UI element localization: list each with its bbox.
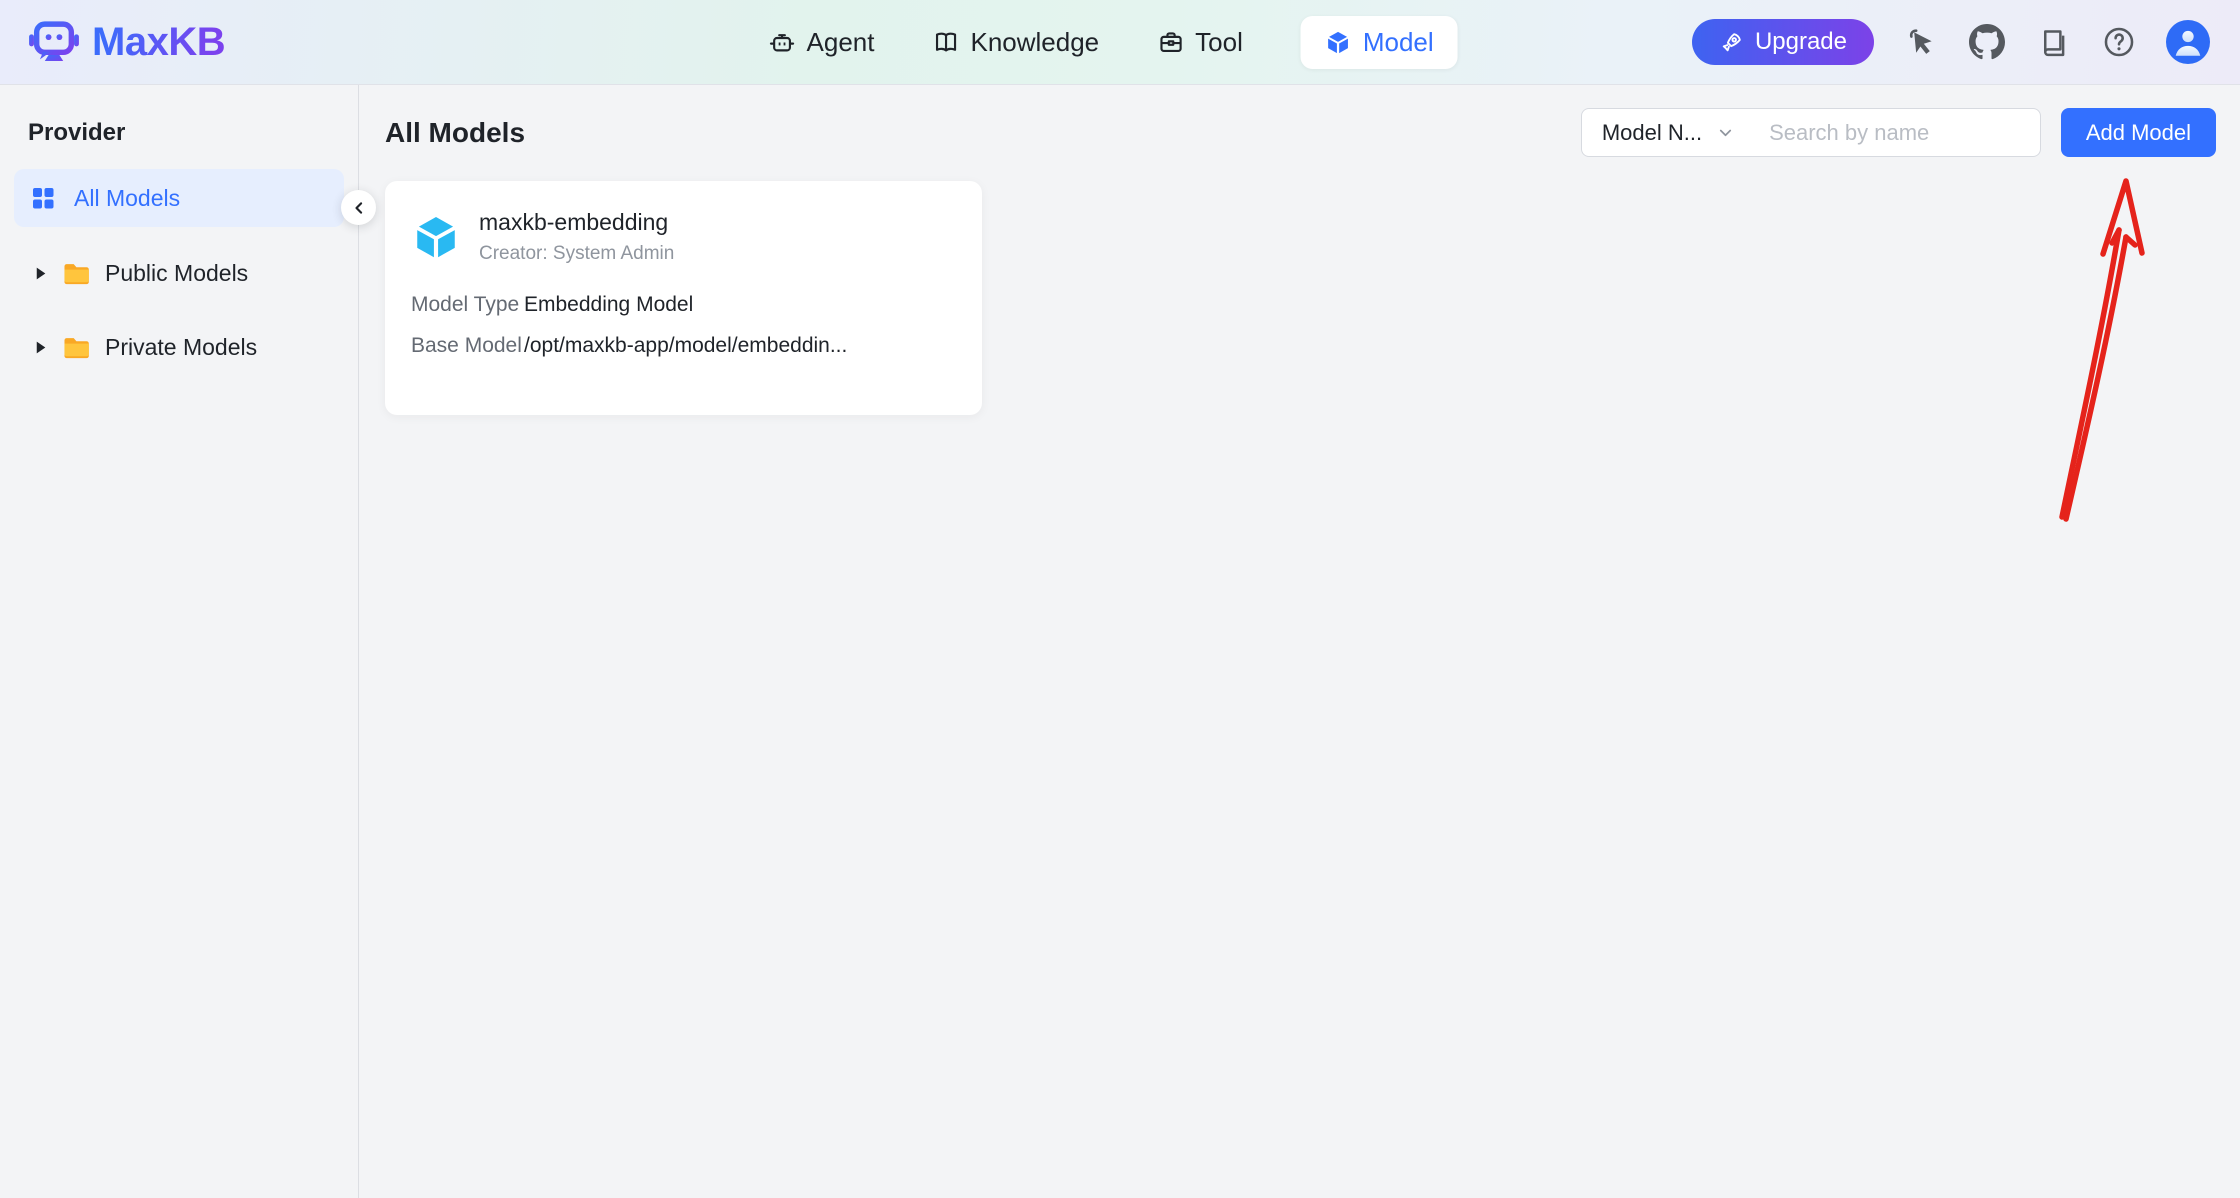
- tool-box-icon: [1157, 29, 1184, 56]
- sidebar-collapse-button[interactable]: [341, 190, 376, 225]
- cyan-cube-icon: [411, 211, 461, 268]
- model-card-rows: Model Type Embedding Model Base Model /o…: [411, 293, 956, 358]
- maxkb-logo[interactable]: MaxKB: [28, 16, 225, 68]
- upgrade-label: Upgrade: [1755, 28, 1847, 56]
- knowledge-book-icon: [932, 29, 959, 56]
- nav-tab-agent[interactable]: Agent: [769, 16, 875, 69]
- documentation-book-icon[interactable]: [2034, 23, 2072, 61]
- nav-tab-model[interactable]: Model: [1301, 16, 1458, 69]
- nav-tab-label: Tool: [1195, 27, 1243, 58]
- cursor-pointer-icon[interactable]: [1902, 23, 1940, 61]
- base-model-label: Base Model: [411, 334, 524, 358]
- nav-tab-label: Agent: [807, 27, 875, 58]
- sidebar-item-public-models[interactable]: Public Models: [14, 245, 344, 301]
- sidebar-title: Provider: [28, 119, 344, 147]
- model-creator: Creator: System Admin: [479, 243, 674, 265]
- model-name: maxkb-embedding: [479, 209, 674, 236]
- sidebar-item-label: Private Models: [105, 334, 257, 361]
- upgrade-button[interactable]: Upgrade: [1692, 19, 1874, 65]
- main-nav: Agent Knowledge Tool: [769, 0, 1458, 84]
- maxkb-robot-icon: [28, 16, 80, 68]
- app-header: MaxKB Agent: [0, 0, 2240, 85]
- model-type-value: Embedding Model: [524, 293, 956, 317]
- model-type-label: Model Type: [411, 293, 524, 317]
- provider-sidebar: Provider All Models: [0, 85, 359, 1198]
- add-model-button[interactable]: Add Model: [2061, 108, 2216, 157]
- model-card-head: maxkb-embedding Creator: System Admin: [411, 209, 956, 268]
- maxkb-logo-text: MaxKB: [92, 20, 225, 65]
- sidebar-item-label: Public Models: [105, 260, 248, 287]
- search-group: Model N...: [1581, 108, 2041, 157]
- page-title: All Models: [385, 117, 525, 149]
- chevron-down-icon: [1716, 123, 1735, 142]
- github-icon[interactable]: [1968, 23, 2006, 61]
- filter-dropdown-value: Model N...: [1602, 120, 1702, 146]
- main-content: All Models Model N... Add Model: [359, 85, 2240, 1198]
- model-card-grid: maxkb-embedding Creator: System Admin Mo…: [385, 181, 2216, 415]
- nav-tab-label: Model: [1363, 27, 1434, 58]
- search-filter-dropdown[interactable]: Model N...: [1582, 109, 1751, 156]
- base-model-value: /opt/maxkb-app/model/embeddin...: [524, 334, 956, 358]
- model-card[interactable]: maxkb-embedding Creator: System Admin Mo…: [385, 181, 982, 415]
- agent-robot-icon: [769, 29, 796, 56]
- grid-all-models-icon: [30, 185, 56, 211]
- model-card-title-block: maxkb-embedding Creator: System Admin: [479, 209, 674, 268]
- toolbar-right: Model N... Add Model: [1581, 108, 2216, 157]
- nav-tab-knowledge[interactable]: Knowledge: [932, 16, 1099, 69]
- header-actions: Upgrade: [1692, 19, 2210, 65]
- rocket-icon: [1719, 30, 1744, 55]
- user-avatar[interactable]: [2166, 20, 2210, 64]
- sidebar-item-private-models[interactable]: Private Models: [14, 319, 344, 375]
- folder-icon: [62, 335, 91, 360]
- sidebar-item-label: All Models: [74, 185, 180, 212]
- folder-icon: [62, 261, 91, 286]
- page-body: Provider All Models: [0, 85, 2240, 1198]
- search-input[interactable]: [1751, 109, 2041, 156]
- nav-tab-tool[interactable]: Tool: [1157, 16, 1243, 69]
- help-question-icon[interactable]: [2100, 23, 2138, 61]
- caret-right-icon[interactable]: [34, 266, 48, 281]
- sidebar-item-all-models[interactable]: All Models: [14, 169, 344, 227]
- caret-right-icon[interactable]: [34, 340, 48, 355]
- nav-tab-label: Knowledge: [970, 27, 1099, 58]
- model-cube-icon: [1325, 29, 1352, 56]
- main-toolbar: All Models Model N... Add Model: [385, 108, 2216, 157]
